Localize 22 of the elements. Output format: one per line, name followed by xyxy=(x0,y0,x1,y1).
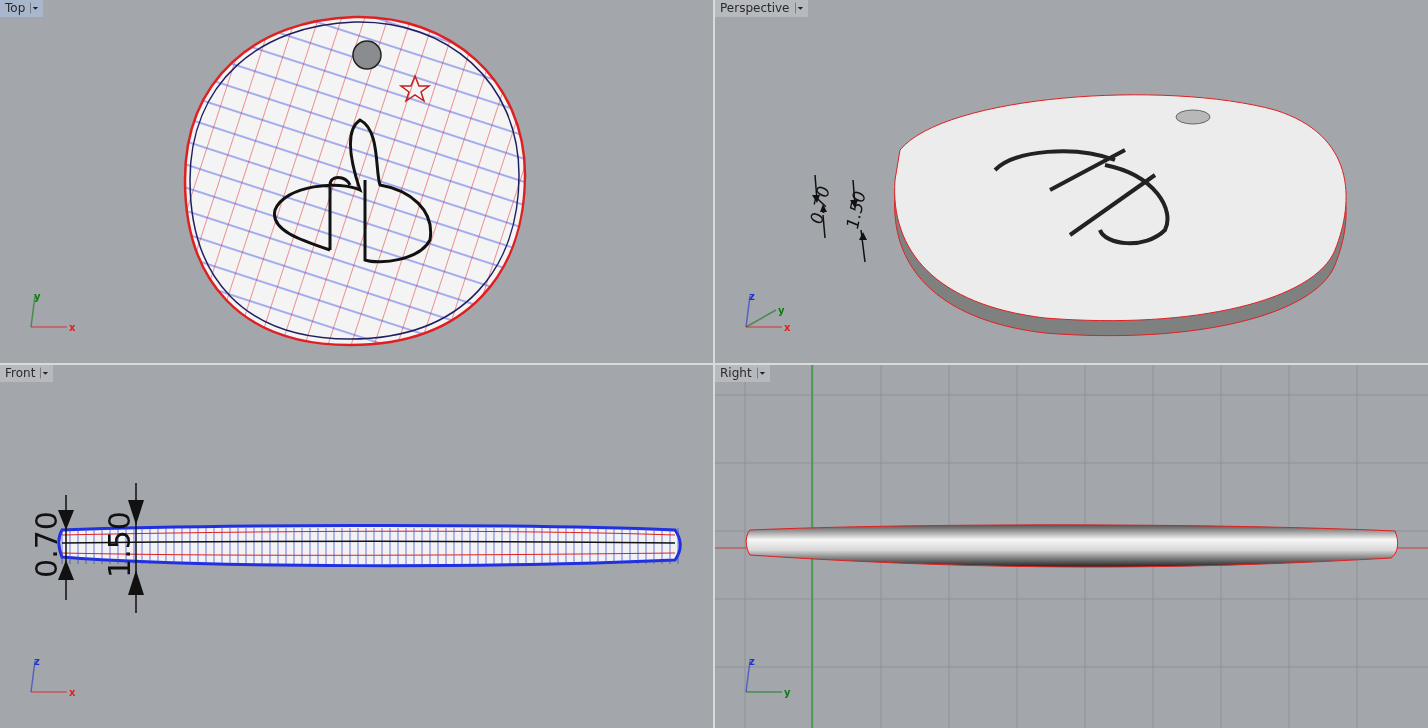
viewport-tab[interactable]: Top xyxy=(0,0,44,17)
axis-label: y xyxy=(778,305,785,316)
axis-label: y xyxy=(784,687,791,698)
caret-icon[interactable] xyxy=(794,2,804,14)
axis-label: z xyxy=(749,657,755,667)
dimension-arrows-icon xyxy=(812,174,867,263)
caret-icon[interactable] xyxy=(756,367,766,379)
axis-label: z xyxy=(34,657,40,667)
dimension-label: 1.50 xyxy=(842,189,870,231)
dimension-label: 0.70 xyxy=(28,511,64,578)
axis-label: y xyxy=(34,292,41,302)
dimension-label: 1.50 xyxy=(101,511,137,578)
dimension-arrows-icon xyxy=(58,482,144,614)
axis-label: x xyxy=(784,322,791,333)
axis-label: x xyxy=(69,687,76,698)
caret-icon[interactable] xyxy=(40,367,50,379)
viewport-tab[interactable]: Right xyxy=(715,365,770,382)
viewport-tab[interactable]: Perspective xyxy=(715,0,808,17)
axis-label: z xyxy=(749,292,755,302)
axis-label: x xyxy=(69,322,76,333)
caret-icon[interactable] xyxy=(30,2,40,14)
viewport-tab[interactable]: Front xyxy=(0,365,54,382)
